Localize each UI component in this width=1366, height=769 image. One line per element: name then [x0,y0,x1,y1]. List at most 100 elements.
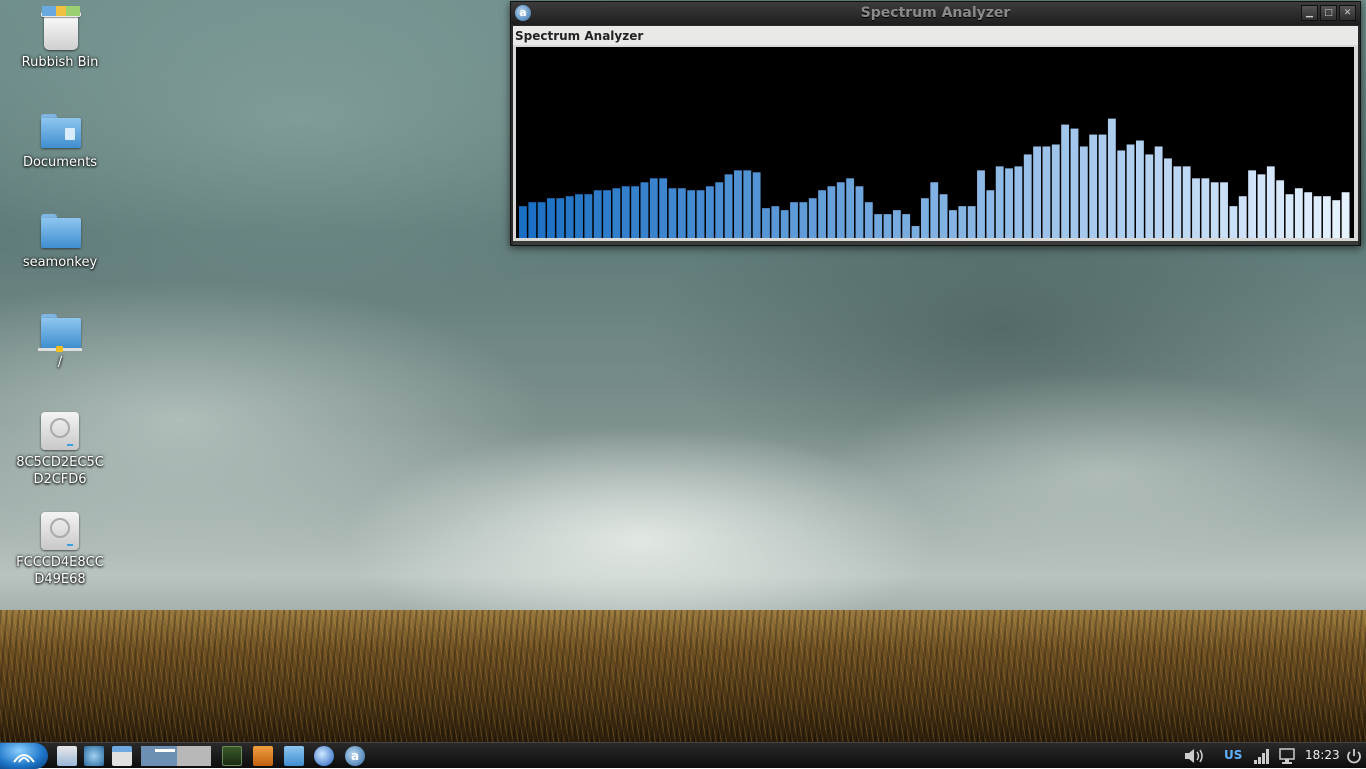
minimize-button[interactable]: ▁ [1301,5,1318,21]
network-icon[interactable] [84,746,104,766]
spectrum-bar [1341,192,1350,238]
spectrum-bar [1042,146,1051,238]
spectrum-bar [565,196,574,238]
spectrum-bar [1248,170,1257,238]
root-folder-icon [38,308,82,352]
spectrum-bar [846,178,855,238]
spectrum-bar [519,206,527,238]
audacious-taskbar-icon[interactable]: a [345,746,365,766]
spectrum-bar [1089,134,1098,238]
spectrum-bar [1173,166,1182,238]
file-manager-icon[interactable] [57,746,77,766]
spectrum-bar [1257,174,1266,238]
signal-icon[interactable] [1253,747,1271,765]
spectrum-chart [519,118,1350,238]
window-icon[interactable] [112,746,132,766]
folder-icon[interactable] [284,746,304,766]
spectrum-bar [603,190,611,238]
clock[interactable]: 18:23 [1305,748,1340,762]
folder-icon [38,208,82,252]
spectrum-bar [687,190,696,238]
spectrum-bar [930,182,939,238]
desktop-icon-rubbish-bin[interactable]: Rubbish Bin [10,6,110,71]
spectrum-bar [1079,146,1088,238]
spectrum-bar [1061,124,1070,238]
spectrum-bar [668,188,677,238]
drive-icon [38,408,82,452]
start-menu-button[interactable] [0,743,48,769]
spectrum-bar [1210,182,1219,238]
spectrum-bar [593,190,602,238]
spectrum-bar [986,190,995,238]
spectrum-bar [705,186,714,238]
plugin-header: Spectrum Analyzer [513,26,1358,45]
desktop-icon-drive-2[interactable]: FCCCD4E8CCD49E68 [10,508,110,588]
spectrum-bar [1304,192,1313,238]
spectrum-bar [1266,166,1275,238]
close-button[interactable]: ✕ [1339,5,1356,21]
folder-documents-icon [38,108,82,152]
spectrum-bar [827,186,836,238]
spectrum-bar [958,206,967,238]
spectrum-bar [949,210,957,238]
spectrum-bar [995,166,1004,238]
spectrum-bar [556,198,565,238]
spectrum-bar [892,210,901,238]
spectrum-bar [874,214,883,238]
spectrum-bar [911,226,920,238]
desktop-icon-seamonkey[interactable]: seamonkey [10,208,110,271]
spectrum-bar [743,170,752,238]
spectrum-bar [1322,196,1331,238]
spectrum-plot-frame [513,45,1358,241]
window-title: Spectrum Analyzer [860,5,1011,21]
workspace-1[interactable] [141,746,177,766]
spectrum-bar [883,214,892,238]
keyboard-layout-indicator[interactable]: US [1224,748,1242,762]
spectrum-bar [1192,178,1200,238]
spectrum-bar [1117,150,1126,238]
monitor-icon[interactable] [1278,747,1296,765]
spectrum-bar [1276,180,1285,238]
spectrum-bar [780,210,789,238]
spectrum-bar [1070,128,1079,238]
spectrum-bar [659,178,668,238]
spectrum-bar [547,198,555,238]
workspace-2[interactable] [177,746,211,766]
desktop-icon-root[interactable]: / [10,308,110,371]
window-bottom-edge [513,241,1358,245]
spectrum-bar [1285,194,1294,238]
desktop-icon-label: / [57,355,63,370]
spectrum-bar [584,194,593,238]
volume-icon[interactable] [1183,747,1205,765]
spectrum-analyzer-window[interactable]: a Spectrum Analyzer ▁ □ ✕ Spectrum Analy… [510,1,1361,246]
spectrum-bar [1294,188,1303,238]
desktop-icon-documents[interactable]: Documents [10,108,110,171]
spectrum-bar [808,198,817,238]
spectrum-bar [1238,196,1247,238]
spectrum-bar [771,206,780,238]
spectrum-bar [855,186,864,238]
browser-icon[interactable] [314,746,334,766]
spectrum-bar [734,170,742,238]
desktop-icon-label: Documents [22,155,98,170]
archive-icon[interactable] [253,746,273,766]
spectrum-bar [799,202,808,238]
spectrum-bar [920,198,929,238]
spectrum-bar [977,170,985,238]
power-icon[interactable] [1345,747,1363,765]
desktop-icon-drive-1[interactable]: 8C5CD2EC5CD2CFD6 [10,408,110,488]
window-titlebar[interactable]: a Spectrum Analyzer ▁ □ ✕ [511,2,1360,25]
spectrum-bar [612,188,621,238]
spectrum-bar [1313,196,1322,238]
wheat-field-wallpaper [0,610,1366,742]
terminal-icon[interactable] [222,746,242,766]
spectrum-bar [1201,178,1210,238]
spectrum-bar [631,186,640,238]
spectrum-bar [677,188,686,238]
spectrum-bar [1107,118,1116,238]
start-logo-icon [13,754,35,763]
maximize-button[interactable]: □ [1320,5,1337,21]
spectrum-bar [762,208,770,238]
desktop: Rubbish Bin Documents seamonkey / 8C5CD2… [0,0,1366,768]
trash-icon [38,6,82,52]
